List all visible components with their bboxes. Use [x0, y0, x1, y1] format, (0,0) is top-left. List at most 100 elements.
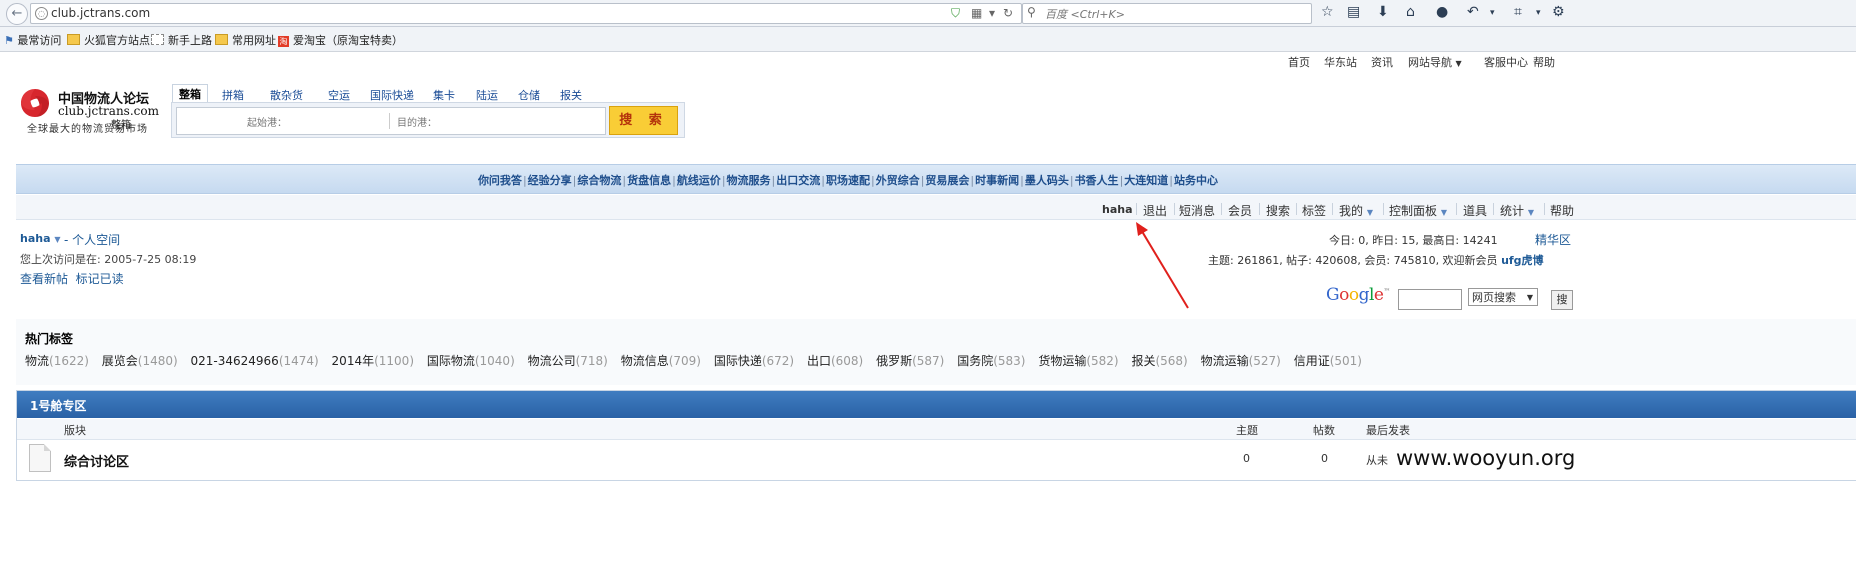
new-member-link[interactable]: ufg虎博 — [1501, 254, 1544, 267]
welcome-username[interactable]: haha ▼ — [20, 232, 61, 245]
tag-item[interactable]: 物流运输(527) — [1201, 354, 1281, 368]
control-panel-menu[interactable]: 控制面板 ▼ — [1389, 202, 1447, 219]
cat-services[interactable]: 物流服务 — [727, 174, 771, 187]
annotation-arrow-icon — [1136, 222, 1189, 309]
cat-books[interactable]: 书香人生 — [1075, 174, 1119, 187]
home-icon[interactable]: ⌂ — [1406, 4, 1415, 20]
tag-item[interactable]: 021-34624966(1474) — [191, 354, 319, 368]
cat-jobs[interactable]: 职场速配 — [826, 174, 870, 187]
tags-link[interactable]: 标签 — [1302, 202, 1326, 219]
divider — [1544, 203, 1545, 215]
daily-stats: 今日: 0, 昨日: 15, 最高日: 14241 — [1329, 234, 1498, 247]
search-type-dropdown[interactable]: 整箱 — [111, 116, 131, 131]
tag-item[interactable]: 出口(608) — [807, 354, 863, 368]
cat-logistics[interactable]: 综合物流 — [577, 174, 621, 187]
forum-section: 1号舱专区 版块 主题 帖数 最后发表 综合讨论区 0 0 从未 — [16, 390, 1856, 481]
tag-item[interactable]: 国际快递(672) — [714, 354, 794, 368]
stats-menu[interactable]: 统计 ▼ — [1500, 202, 1534, 219]
tools-link[interactable]: 道具 — [1463, 202, 1487, 219]
new-posts-link[interactable]: 查看新帖 — [20, 272, 68, 286]
browser-search-box[interactable]: ⚲ 百度 <Ctrl+K> — [1022, 3, 1312, 24]
forum-section-header[interactable]: 1号舱专区 — [17, 391, 1856, 418]
help-link[interactable]: 帮助 — [1550, 202, 1574, 219]
qr-icon[interactable]: ▦ — [971, 6, 982, 20]
address-bar[interactable]: ◌ club.jctrans.com ⛉ ▦ ▾ ↻ — [30, 3, 1022, 24]
forum-section-title[interactable]: 1号舱专区 — [30, 397, 86, 414]
tag-item[interactable]: 物流(1622) — [25, 354, 89, 368]
undo-dropdown-icon[interactable]: ▾ — [1490, 8, 1495, 18]
my-menu[interactable]: 我的 ▼ — [1339, 202, 1373, 219]
logo-icon[interactable] — [18, 86, 52, 120]
topnav-east[interactable]: 华东站 — [1324, 54, 1357, 70]
tag-item[interactable]: 国务院(583) — [957, 354, 1025, 368]
tag-item[interactable]: 俄罗斯(587) — [876, 354, 944, 368]
bookmark-newbie[interactable]: 新手上路 — [151, 32, 212, 48]
tag-item[interactable]: 货物运输(582) — [1038, 354, 1118, 368]
undo-icon[interactable]: ↶ — [1467, 4, 1479, 20]
search-button[interactable]: 搜 索 — [609, 106, 678, 135]
cat-news[interactable]: 时事新闻 — [975, 174, 1019, 187]
personal-space-link[interactable]: - 个人空间 — [64, 231, 120, 248]
forum-board-link[interactable]: 综合讨论区 — [64, 451, 129, 470]
cat-trade[interactable]: 外贸综合 — [876, 174, 920, 187]
topnav-help[interactable]: 帮助 — [1533, 54, 1555, 70]
tag-item[interactable]: 物流公司(718) — [528, 354, 608, 368]
reload-icon[interactable]: ↻ — [1003, 6, 1013, 20]
cat-dock[interactable]: 墨人码头 — [1025, 174, 1069, 187]
topnav-support[interactable]: 客服中心 — [1484, 54, 1528, 70]
folder-icon — [215, 34, 228, 45]
google-search-type-select[interactable]: 网页搜索 ▼ — [1468, 288, 1538, 306]
download-icon[interactable]: ⬇ — [1377, 4, 1389, 20]
cat-experience[interactable]: 经验分享 — [528, 174, 572, 187]
star-icon[interactable]: ☆ — [1321, 4, 1334, 20]
bookmark-aitaobao[interactable]: 淘爱淘宝（原淘宝特卖） — [278, 32, 403, 48]
reading-list-icon[interactable]: ▤ — [1347, 4, 1360, 20]
tag-item[interactable]: 2014年(1100) — [332, 354, 414, 368]
cat-expo[interactable]: 贸易展会 — [925, 174, 969, 187]
back-button-icon[interactable]: ← — [6, 3, 28, 25]
messages-link[interactable]: 短消息 — [1179, 202, 1215, 219]
cat-qa[interactable]: 你问我答 — [478, 174, 522, 187]
shield-icon[interactable]: ⛉ — [951, 6, 960, 21]
chat-icon[interactable]: ● — [1436, 4, 1448, 20]
tag-item[interactable]: 展览会(1480) — [102, 354, 178, 368]
forum-stats: 主题: 261861, 帖子: 420608, 会员: 745810, 欢迎新会… — [1208, 254, 1544, 267]
cat-rates[interactable]: 航线运价 — [677, 174, 721, 187]
topnav-home[interactable]: 首页 — [1288, 54, 1310, 70]
google-search-input[interactable] — [1398, 289, 1462, 310]
members-link[interactable]: 会员 — [1228, 202, 1252, 219]
tag-item[interactable]: 报关(568) — [1131, 354, 1187, 368]
mark-read-link[interactable]: 标记已读 — [76, 272, 124, 286]
logout-link[interactable]: 退出 — [1143, 202, 1167, 219]
divider — [1456, 203, 1457, 215]
topnav-news[interactable]: 资讯 — [1371, 54, 1393, 70]
cat-dalian[interactable]: 大连知道 — [1124, 174, 1168, 187]
origin-port-input[interactable]: 起始港： — [247, 114, 287, 129]
table-row: 综合讨论区 0 0 从未 — [17, 440, 1856, 480]
divider — [1136, 203, 1137, 215]
digest-link[interactable]: 精华区 — [1535, 231, 1571, 248]
bookmarks-toolbar: ⚑ 最常访问 火狐官方站点 新手上路 常用网址 淘爱淘宝（原淘宝特卖） — [0, 27, 1856, 52]
search-link[interactable]: 搜索 — [1266, 202, 1290, 219]
cat-export[interactable]: 出口交流 — [776, 174, 820, 187]
crop-icon[interactable]: ⌗ — [1514, 4, 1522, 20]
tag-item[interactable]: 信用证(501) — [1294, 354, 1362, 368]
bookmark-firefox[interactable]: 火狐官方站点 — [67, 32, 150, 48]
dropdown-icon[interactable]: ▾ — [989, 6, 995, 20]
google-search-button[interactable]: 搜 — [1551, 290, 1573, 310]
forum-column-headers: 版块 主题 帖数 最后发表 — [17, 419, 1856, 440]
cat-site[interactable]: 站务中心 — [1174, 174, 1218, 187]
settings-icon[interactable]: ⚙ — [1552, 4, 1565, 20]
userbar-username[interactable]: haha — [1102, 203, 1133, 216]
tag-item[interactable]: 物流信息(709) — [621, 354, 701, 368]
dest-port-input[interactable]: 目的港： — [397, 114, 437, 129]
category-links: 你问我答|经验分享|综合物流|货盘信息|航线运价|物流服务|出口交流|职场速配|… — [477, 174, 1218, 187]
bookmark-most-visited[interactable]: ⚑ 最常访问 — [4, 32, 61, 48]
crop-dropdown-icon[interactable]: ▾ — [1536, 8, 1541, 18]
cat-cargo[interactable]: 货盘信息 — [627, 174, 671, 187]
chevron-down-icon: ▼ — [54, 235, 61, 244]
tag-item[interactable]: 国际物流(1040) — [427, 354, 515, 368]
bookmark-common[interactable]: 常用网址 — [215, 32, 276, 48]
topnav-sitemap[interactable]: 网站导航 ▼ — [1408, 54, 1462, 70]
chevron-down-icon: ▼ — [1455, 59, 1462, 68]
